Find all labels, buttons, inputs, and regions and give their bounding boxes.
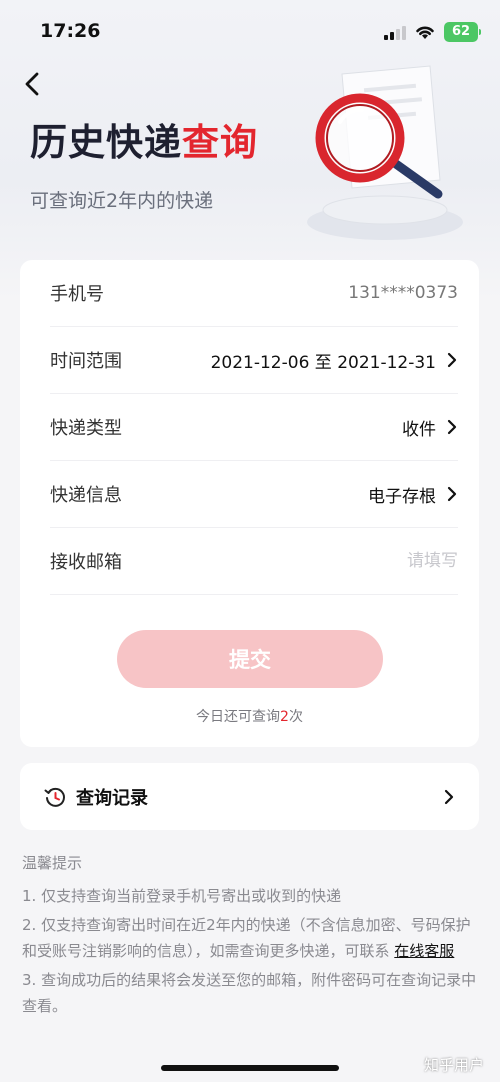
page-title-accent: 查询	[182, 121, 258, 164]
quota-prefix: 今日还可查询	[196, 709, 281, 725]
signal-icon	[384, 24, 406, 40]
phone-number: 131****0373	[348, 283, 458, 303]
tip-item: 1. 仅支持查询当前登录手机号寄出或收到的快递	[22, 887, 342, 905]
chevron-right-icon	[447, 352, 457, 368]
express-info-value-wrap: 电子存根	[368, 482, 458, 507]
time-range-value: 2021-12-06 至 2021-12-31	[210, 352, 436, 373]
chevron-right-icon	[447, 419, 457, 435]
battery-indicator: 62	[444, 22, 481, 42]
express-type-row[interactable]: 快递类型 收件	[50, 394, 458, 461]
express-type-label: 快递类型	[50, 418, 122, 439]
status-time: 17:26	[40, 20, 101, 42]
chevron-right-icon	[444, 789, 454, 804]
quota-count: 2	[280, 709, 289, 725]
page-title-main: 历史快递	[30, 121, 182, 164]
query-history-row[interactable]: 查询记录	[20, 763, 479, 830]
submit-button[interactable]: 提交	[117, 630, 383, 688]
express-type-value: 收件	[402, 419, 436, 440]
status-icons: 62	[384, 20, 481, 44]
status-bar: 17:26 62	[0, 0, 500, 60]
quota-suffix: 次	[288, 709, 303, 725]
watermark: 知乎用户	[423, 1056, 484, 1074]
phone-row: 手机号 131****0373	[50, 260, 458, 327]
tips-title: 温馨提示	[22, 854, 83, 872]
page-title: 历史快递查询	[30, 112, 258, 166]
history-clock-icon	[44, 787, 65, 807]
phone-label: 手机号	[50, 284, 104, 305]
query-form-card: 手机号 131****0373 时间范围 2021-12-06 至 2021-1…	[20, 260, 479, 747]
tip-item: 2. 仅支持查询寄出时间在近2年内的快递（不含信息加密、号码保护和受账号注销影响…	[22, 912, 477, 964]
time-range-label: 时间范围	[50, 351, 122, 372]
phone-value: 131****0373	[348, 283, 458, 303]
online-service-link[interactable]: 在线客服	[394, 942, 454, 960]
tip-item: 3. 查询成功后的结果将会发送至您的邮箱，附件密码可在查询记录中查看。	[22, 971, 477, 1015]
chevron-right-icon	[447, 486, 457, 502]
magnifier-illustration	[307, 65, 463, 240]
express-info-row[interactable]: 快递信息 电子存根	[50, 461, 458, 528]
time-range-row[interactable]: 时间范围 2021-12-06 至 2021-12-31	[50, 327, 458, 394]
back-icon[interactable]	[20, 70, 44, 98]
time-range-value-wrap: 2021-12-06 至 2021-12-31	[211, 348, 458, 373]
page-subtitle: 可查询近2年内的快递	[30, 190, 214, 212]
tips-section: 温馨提示 1. 仅支持查询当前登录手机号寄出或收到的快递 2. 仅支持查询寄出时…	[22, 852, 477, 1019]
email-input[interactable]	[238, 551, 458, 571]
wifi-icon	[416, 26, 434, 39]
email-row: 接收邮箱	[50, 528, 458, 595]
express-info-label: 快递信息	[50, 485, 122, 506]
history-label: 查询记录	[76, 787, 148, 809]
express-type-value-wrap: 收件	[402, 415, 458, 440]
home-indicator	[161, 1065, 339, 1071]
email-label: 接收邮箱	[50, 552, 122, 573]
quota-text: 今日还可查询2次	[20, 706, 479, 726]
express-info-value: 电子存根	[368, 486, 436, 507]
